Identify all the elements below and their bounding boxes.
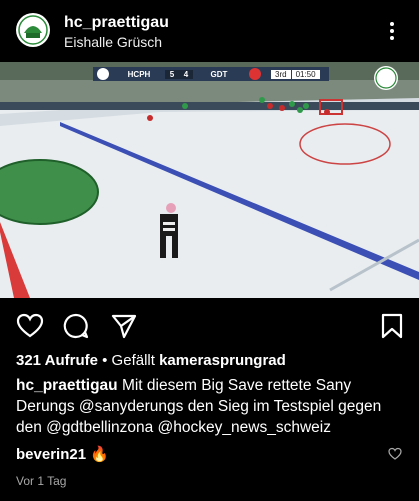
away-team: GDT (210, 69, 228, 79)
post-location[interactable]: Eishalle Grüsch (64, 34, 162, 50)
comment-username[interactable]: beverin21 (16, 446, 86, 463)
home-team-logo-icon (97, 68, 109, 80)
period: 3rd (271, 69, 291, 79)
comment-text: 🔥 (86, 446, 109, 463)
post-header: hc_praettigau Eishalle Grüsch (0, 0, 419, 62)
caption-username[interactable]: hc_praettigau (16, 377, 118, 394)
more-options-icon[interactable] (384, 20, 400, 44)
avatar[interactable] (16, 13, 50, 47)
away-score: 4 (179, 69, 193, 79)
video-player[interactable]: HCPH 5 4 GDT 3rd 01:50 (0, 62, 419, 298)
liked-by-label: • Gefällt (97, 352, 160, 369)
club-logo-icon (17, 14, 49, 46)
scoreboard: HCPH 5 4 GDT 3rd 01:50 (93, 67, 329, 81)
rink-scene (0, 62, 419, 298)
away-team-logo-icon (249, 68, 261, 80)
bookmark-icon[interactable] (378, 312, 406, 340)
home-score: 5 (165, 69, 179, 79)
post-caption: hc_praettigau Mit diesem Big Save rettet… (16, 375, 408, 438)
view-count[interactable]: 321 Aufrufe (16, 352, 98, 369)
heart-icon[interactable] (16, 312, 44, 340)
post-stats: 321 Aufrufe • Gefällt kamerasprungrad (16, 352, 286, 369)
comment-icon[interactable] (62, 312, 90, 340)
post-username[interactable]: hc_praettigau (64, 14, 169, 32)
comment-item: beverin21 🔥 (16, 445, 109, 463)
post-timestamp: Vor 1 Tag (16, 474, 67, 488)
liked-by-user[interactable]: kamerasprungrad (159, 352, 286, 369)
comment-like-heart-icon[interactable] (388, 447, 402, 461)
home-team: HCPH (127, 69, 151, 79)
game-clock: 01:50 (291, 69, 320, 79)
share-icon[interactable] (110, 312, 138, 340)
action-bar (0, 300, 419, 350)
